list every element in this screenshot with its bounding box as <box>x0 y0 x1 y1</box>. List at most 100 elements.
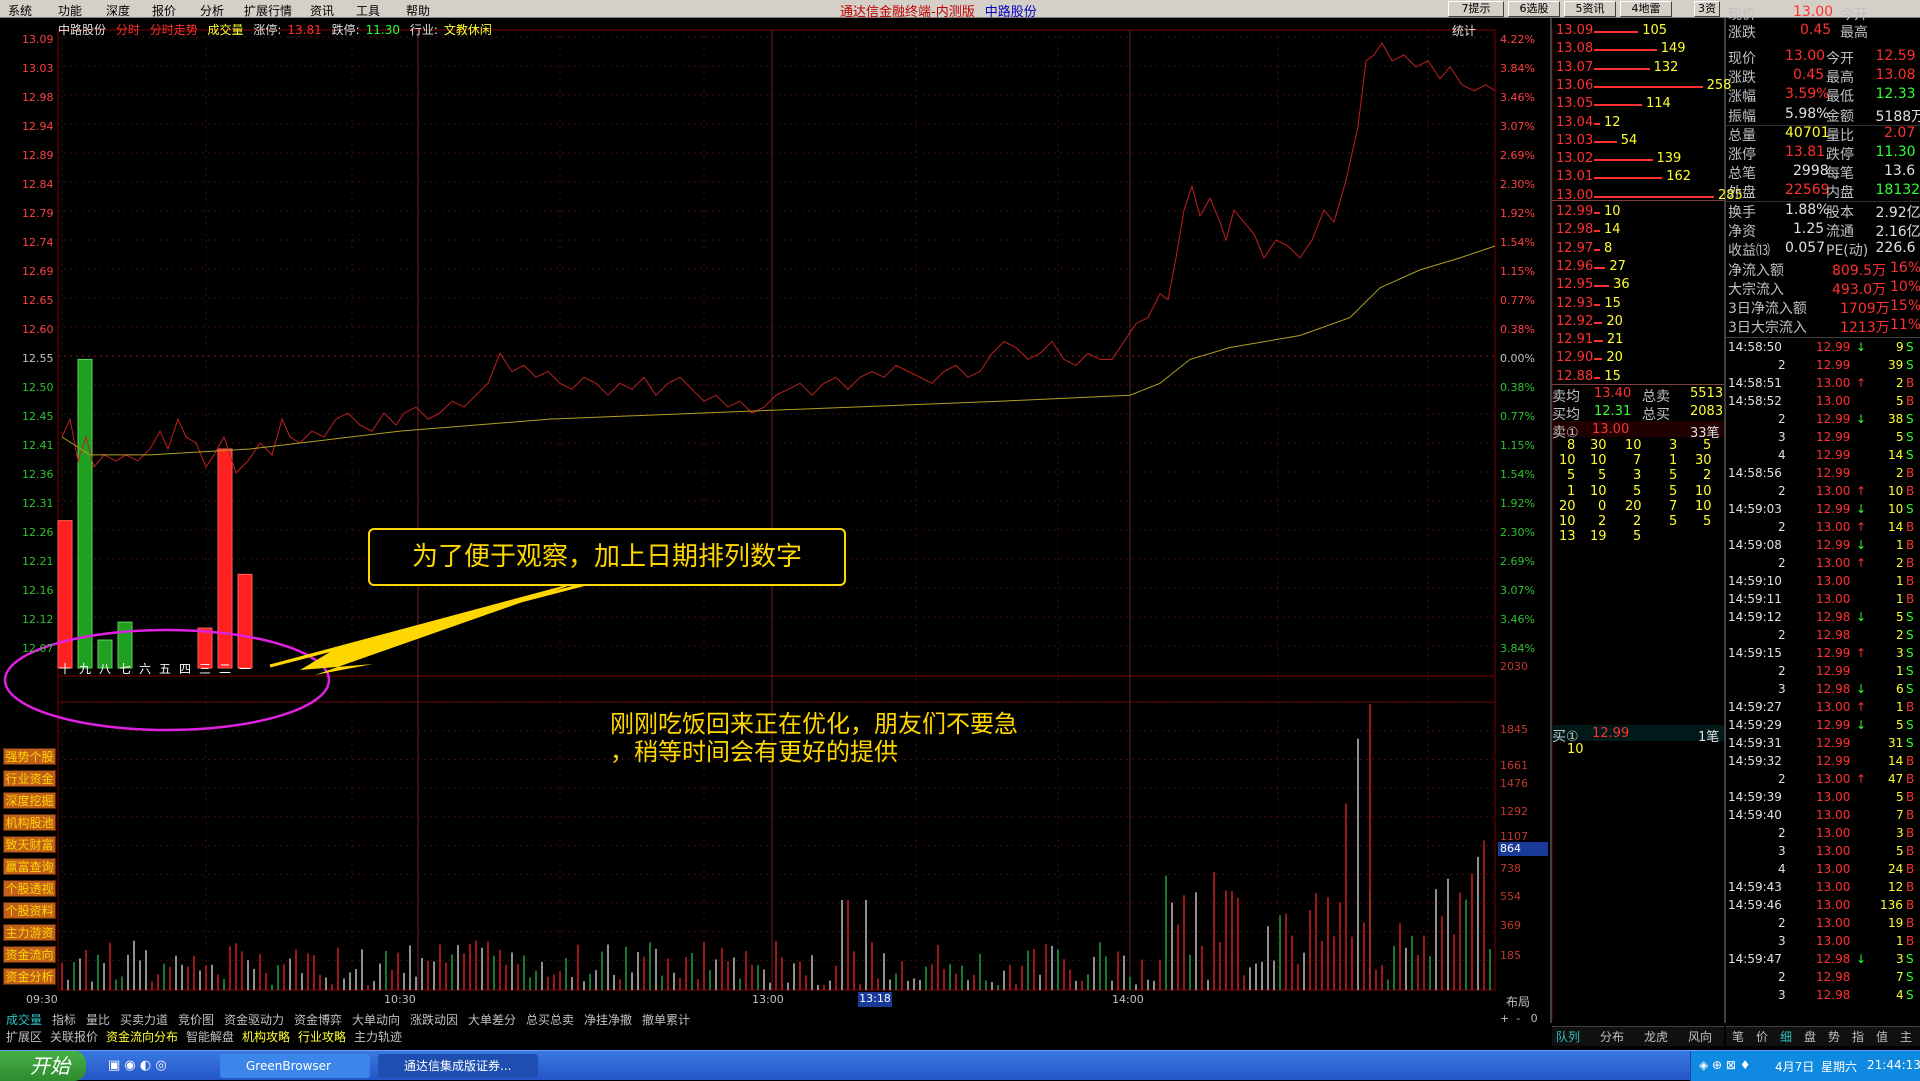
day-bar-label: 三 <box>199 660 211 677</box>
extension-tab[interactable]: 扩展区 <box>6 1028 42 1045</box>
annotation-line: ，稍等时间会有更好的提供 <box>610 738 1018 766</box>
tick-time: 3 <box>1778 934 1786 948</box>
tick-price: 12.99 <box>1816 736 1850 750</box>
indicator-tab[interactable]: 涨跌动因 <box>410 1011 458 1028</box>
ask-volume: 12 <box>1604 115 1621 130</box>
side-button[interactable]: 个股资料 <box>3 902 56 919</box>
price-tick: 12.94 <box>22 120 72 133</box>
detail-tab[interactable]: 指 <box>1852 1028 1864 1045</box>
indicator-tab[interactable]: 净挂净撤 <box>584 1011 632 1028</box>
indicator-tab[interactable]: 大单动向 <box>352 1011 400 1028</box>
side-button[interactable]: 深度挖掘 <box>3 792 56 809</box>
tick-time: 2 <box>1778 520 1786 534</box>
stat-button[interactable]: 统计 <box>1452 22 1476 39</box>
indicator-tab[interactable]: 指标 <box>52 1011 76 1028</box>
tick-volume: 10 <box>1888 484 1903 498</box>
quote-label: PE(动) <box>1826 240 1868 260</box>
tick-price: 12.99 <box>1816 718 1850 732</box>
indicator-tab[interactable]: 成交量 <box>6 1011 42 1028</box>
indicator-tab[interactable]: 总买总卖 <box>526 1011 574 1028</box>
annotation-arrow-line <box>270 583 590 666</box>
queue-tab[interactable]: 龙虎 <box>1644 1028 1668 1045</box>
tick-side: S <box>1906 988 1914 1002</box>
quote-value: 13.00 <box>1785 48 1825 64</box>
extension-tab[interactable]: 智能解盘 <box>186 1028 234 1045</box>
extension-tab[interactable]: 资金流向分布 <box>106 1028 178 1045</box>
indicator-tab[interactable]: 竞价图 <box>178 1011 214 1028</box>
zoom-controls[interactable]: + - 0 <box>1500 1012 1538 1025</box>
indicator-tab[interactable]: 资金驱动力 <box>224 1011 284 1028</box>
tick-direction: ↓ <box>1856 412 1866 426</box>
avg-sell: 13.40 <box>1594 386 1631 401</box>
queue-cell: 10 <box>1590 453 1607 468</box>
side-button[interactable]: 资金流向 <box>3 946 56 963</box>
detail-tab[interactable]: 盘 <box>1804 1028 1816 1045</box>
day-bar-label: 九 <box>79 660 91 677</box>
side-button[interactable]: 资金分析 <box>3 968 56 985</box>
quick-launch-icons[interactable]: ▣ ◉ ◐ ◎ <box>108 1058 167 1073</box>
tick-side: B <box>1906 934 1914 948</box>
chart-mode-2[interactable]: 分时走势 <box>150 23 198 37</box>
quote-header-label: 最高 <box>1840 22 1868 42</box>
taskbar-item[interactable]: GreenBrowser <box>220 1054 370 1078</box>
side-button[interactable]: 个股透视 <box>3 880 56 897</box>
ask-price: 13.07 <box>1556 60 1593 75</box>
bid-volume: 36 <box>1613 277 1630 292</box>
detail-tab[interactable]: 价 <box>1756 1028 1768 1045</box>
side-button[interactable]: 行业资金 <box>3 770 56 787</box>
taskbar-item[interactable]: 通达信集成版证券... <box>378 1054 538 1078</box>
detail-tab[interactable]: 细 <box>1780 1028 1792 1045</box>
extension-tab[interactable]: 主力轨迹 <box>354 1028 402 1045</box>
flow-label: 3日大宗流入 <box>1728 317 1807 337</box>
indicator-tab[interactable]: 量比 <box>86 1011 110 1028</box>
queue-cell: 5 <box>1598 468 1606 483</box>
indicator-tab[interactable]: 买卖力道 <box>120 1011 168 1028</box>
side-button[interactable]: 赢富查询 <box>3 858 56 875</box>
tray-icons[interactable]: ◈ ⊕ ⊠ ♦ <box>1699 1058 1751 1072</box>
indicator-tab[interactable]: 大单差分 <box>468 1011 516 1028</box>
queue-cell: 20 <box>1559 499 1576 514</box>
extension-tab[interactable]: 机构攻略 <box>242 1028 290 1045</box>
indicator-tab[interactable]: 资金博弈 <box>294 1011 342 1028</box>
detail-tab[interactable]: 主 <box>1900 1028 1912 1045</box>
tick-price: 12.99 <box>1816 340 1850 354</box>
ask-price: 13.05 <box>1556 96 1593 111</box>
avg-buy: 12.31 <box>1594 404 1631 419</box>
side-button[interactable]: 致天财富 <box>3 836 56 853</box>
side-button[interactable]: 主力游资 <box>3 924 56 941</box>
ask-volume: 162 <box>1666 169 1691 184</box>
queue-cell: 7 <box>1669 499 1677 514</box>
chart-mode[interactable]: 分时 <box>116 23 140 37</box>
tick-side: S <box>1906 970 1914 984</box>
layout-button[interactable]: 布局 <box>1506 993 1530 1010</box>
bid-price: 12.98 <box>1556 222 1593 237</box>
day-bar-label: 八 <box>99 660 111 677</box>
detail-tab[interactable]: 势 <box>1828 1028 1840 1045</box>
extension-tab[interactable]: 关联报价 <box>50 1028 98 1045</box>
queue-tab[interactable]: 队列 <box>1556 1028 1580 1045</box>
quote-label: 最低 <box>1826 86 1854 106</box>
bid-volume-bar <box>1594 230 1600 232</box>
tick-direction: ↓ <box>1856 538 1866 552</box>
queue-cell: 2 <box>1703 468 1711 483</box>
quote-label: 量比 <box>1826 125 1854 145</box>
limit-down-value: 11.30 <box>366 23 400 37</box>
tick-volume: 2 <box>1896 466 1904 480</box>
extension-tab[interactable]: 行业攻略 <box>298 1028 346 1045</box>
tick-volume: 19 <box>1888 916 1903 930</box>
detail-tab[interactable]: 笔 <box>1732 1028 1744 1045</box>
queue-tab[interactable]: 风向 <box>1688 1028 1712 1045</box>
side-button[interactable]: 机构股池 <box>3 814 56 831</box>
flow-value: 809.5万 <box>1832 260 1886 280</box>
time-label: 09:30 <box>26 993 58 1006</box>
queue-tab[interactable]: 分布 <box>1600 1028 1624 1045</box>
quote-label: 涨跌 <box>1728 67 1756 87</box>
quote-label: 股本 <box>1826 202 1854 222</box>
side-button[interactable]: 强势个股 <box>3 748 56 765</box>
quote-header-value: 13.00 <box>1793 4 1833 20</box>
start-button[interactable]: 开始 <box>0 1051 86 1081</box>
tick-price: 13.00 <box>1816 592 1850 606</box>
indicator-tab[interactable]: 撤单累计 <box>642 1011 690 1028</box>
detail-tab[interactable]: 值 <box>1876 1028 1888 1045</box>
tick-time: 2 <box>1778 772 1786 786</box>
